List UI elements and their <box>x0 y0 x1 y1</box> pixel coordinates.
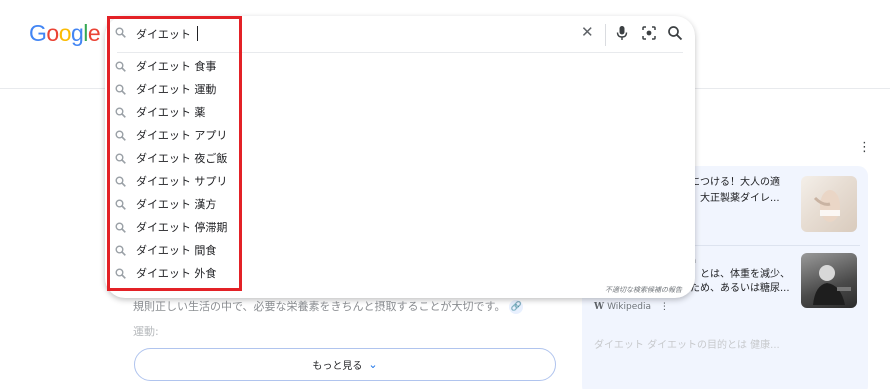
suggestion-label: ダイエット 運動 <box>136 83 217 96</box>
search-icon <box>115 153 126 167</box>
report-suggestions-link[interactable]: 不適切な検索候補の報告 <box>605 285 682 295</box>
result-subheading: 運動: <box>133 325 159 338</box>
logo-letter: o <box>58 20 72 46</box>
suggestion-label: ダイエット サプリ <box>136 175 228 188</box>
microphone-icon[interactable] <box>615 25 629 41</box>
suggestion-label: ダイエット アプリ <box>136 129 228 142</box>
suggestion-item[interactable]: ダイエット 食事 <box>105 56 695 79</box>
search-icon <box>115 27 126 41</box>
show-more-label: もっと見る <box>312 361 363 372</box>
wikipedia-source[interactable]: W Wikipedia ⋮ <box>594 302 669 312</box>
search-icon <box>115 176 126 190</box>
lens-icon[interactable] <box>641 25 657 41</box>
suggestion-item[interactable]: ダイエット 夜ご飯 <box>105 148 695 171</box>
suggestion-item[interactable]: ダイエット 間食 <box>105 240 695 263</box>
search-input[interactable]: ダイエット <box>136 26 191 42</box>
body-image-icon <box>813 190 840 222</box>
suggestion-label: ダイエット 外食 <box>136 267 217 280</box>
suggestion-item[interactable]: ダイエット 薬 <box>105 102 695 125</box>
show-more-button[interactable]: もっと見る ⌄ <box>134 348 556 381</box>
side-card-text: 、とは、体重を減少、 <box>690 269 790 280</box>
search-icon <box>115 84 126 98</box>
search-icon <box>115 130 126 144</box>
side-card-text[interactable]: 】大正製薬ダイレ... <box>690 192 780 206</box>
suggestion-item[interactable]: ダイエット 停滞期 <box>105 217 695 240</box>
search-icon <box>115 199 126 213</box>
portrait-thumbnail[interactable] <box>801 253 857 308</box>
side-card-text: ため、あるいは糖尿... <box>690 283 790 294</box>
faded-result-text: ダイエット ダイエットの目的とは 健康... <box>594 340 780 351</box>
suggestion-item[interactable]: ダイエット アプリ <box>105 125 695 148</box>
more-options-icon[interactable]: ⋮ <box>858 141 871 154</box>
suggestion-label: ダイエット 漢方 <box>136 198 217 211</box>
search-submit-icon[interactable] <box>667 25 683 41</box>
suggestion-label: ダイエット 停滞期 <box>136 221 228 234</box>
chevron-down-icon: ⌄ <box>368 358 378 371</box>
divider <box>605 24 606 46</box>
suggestion-item[interactable]: ダイエット サプリ <box>105 171 695 194</box>
search-icon <box>115 222 126 236</box>
search-autocomplete-panel: ダイエット ✕ ダイエット 食事 ダイエット 運動 ダイエット 薬 ダイエット … <box>105 16 695 298</box>
search-icon <box>115 245 126 259</box>
result-body-text: 規則正しい生活の中で、必要な栄養素をきちんと摂取することが大切です。 🔗 <box>133 298 524 314</box>
link-icon[interactable]: 🔗 <box>509 300 524 314</box>
suggestion-item[interactable]: ダイエット 漢方 <box>105 194 695 217</box>
search-icon <box>115 268 126 282</box>
wikipedia-label: Wikipedia <box>607 302 652 312</box>
logo-letter: e <box>87 20 101 46</box>
side-card-text[interactable]: につける！大人の適 <box>690 176 780 190</box>
result-body-sentence: 規則正しい生活の中で、必要な栄養素をきちんと摂取することが大切です。 <box>133 300 506 313</box>
close-icon[interactable]: ✕ <box>581 25 594 40</box>
side-card-thumbnail[interactable] <box>801 176 857 232</box>
google-logo[interactable]: Google <box>29 20 101 47</box>
search-divider <box>117 52 683 53</box>
suggestion-item[interactable]: ダイエット 運動 <box>105 79 695 102</box>
suggestion-item[interactable]: ダイエット 外食 <box>105 263 695 286</box>
wikipedia-icon: W <box>594 302 605 312</box>
search-icon <box>115 61 126 75</box>
suggestion-label: ダイエット 薬 <box>136 106 206 119</box>
logo-letter: G <box>29 20 47 46</box>
search-icon <box>115 107 126 121</box>
more-options-icon[interactable]: ⋮ <box>660 302 669 312</box>
suggestion-label: ダイエット 夜ご飯 <box>136 152 228 165</box>
logo-letter: o <box>46 20 59 46</box>
search-box[interactable]: ダイエット ✕ <box>105 16 695 52</box>
text-caret <box>197 26 198 41</box>
suggestion-label: ダイエット 食事 <box>136 60 217 73</box>
portrait-image-icon <box>813 265 851 305</box>
suggestion-label: ダイエット 間食 <box>136 244 217 257</box>
logo-letter: g <box>70 20 84 46</box>
